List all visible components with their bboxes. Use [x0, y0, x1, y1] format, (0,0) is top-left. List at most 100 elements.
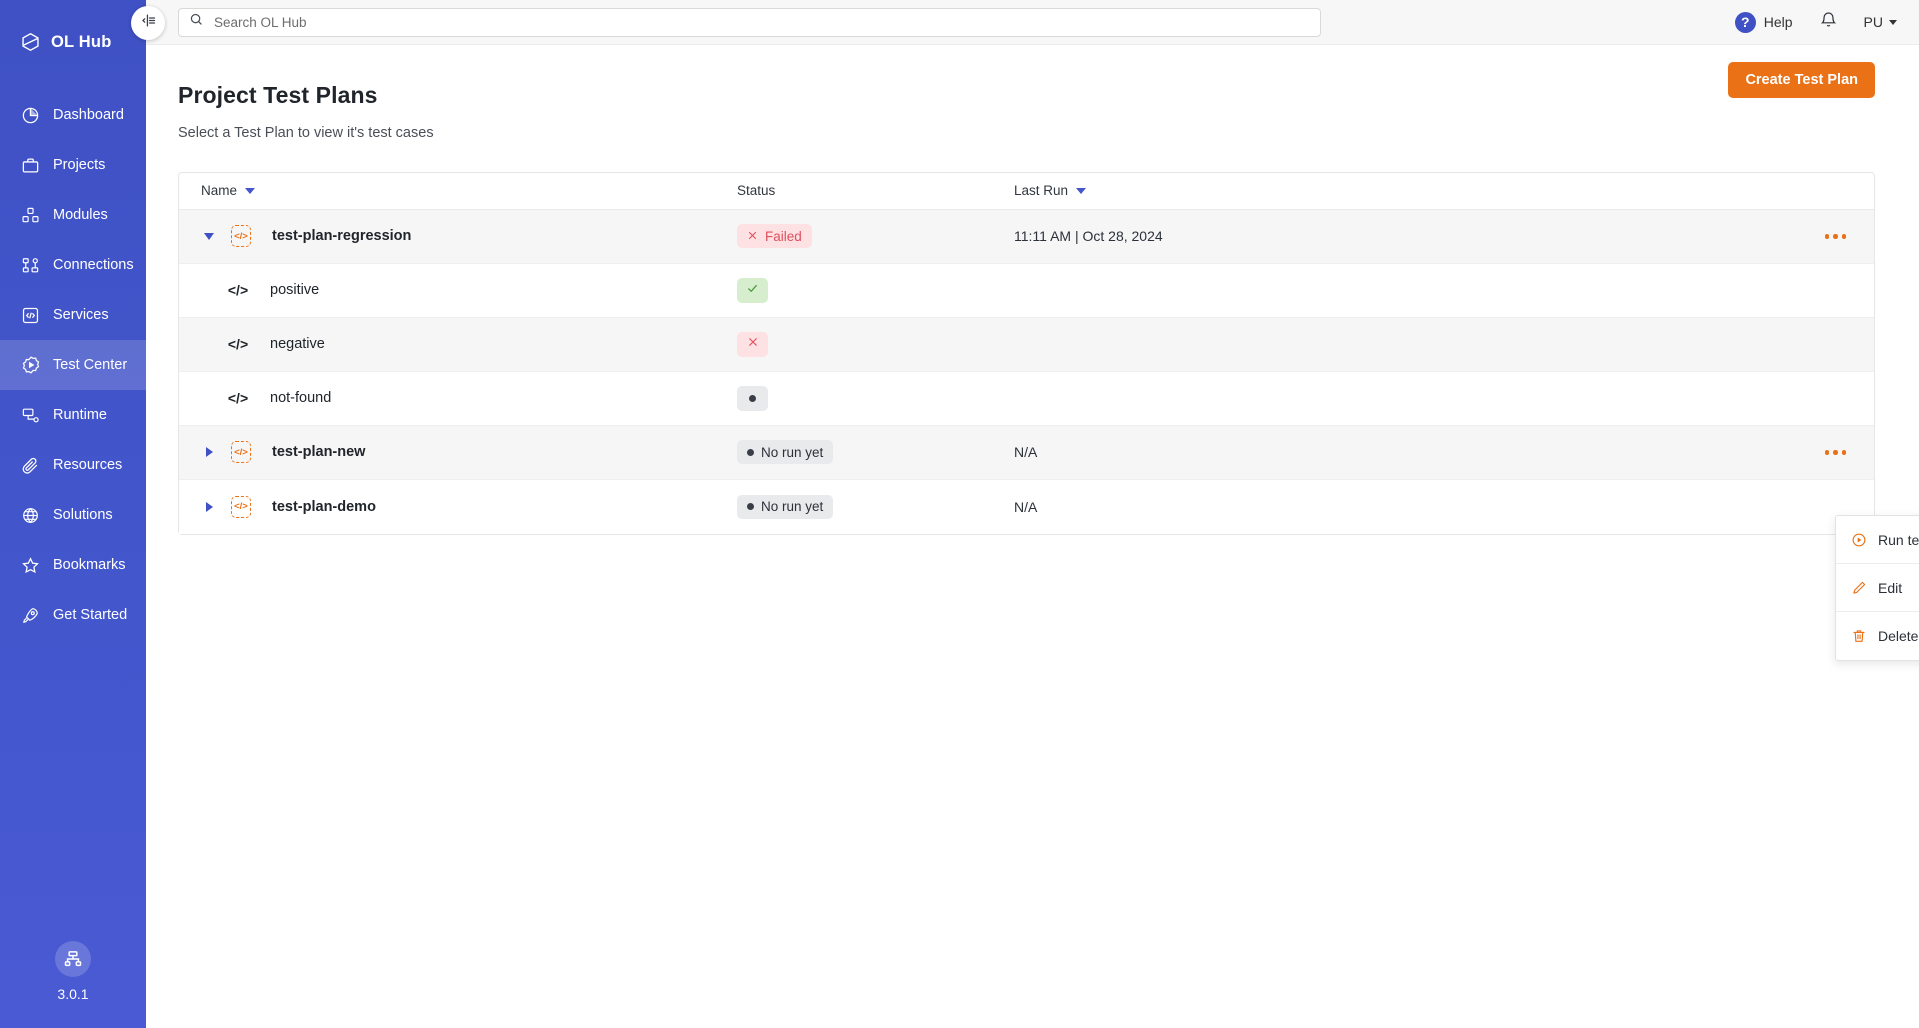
- sidebar-item-label: Dashboard: [53, 107, 124, 123]
- test-plan-icon: </>: [231, 441, 251, 464]
- column-header-name[interactable]: Name: [201, 183, 737, 198]
- table-row[interactable]: </> negative: [179, 317, 1874, 372]
- page-header: Project Test Plans Select a Test Plan to…: [146, 45, 1919, 141]
- row-status-cell: [737, 331, 1014, 357]
- sidebar-item-bookmarks[interactable]: Bookmarks: [0, 540, 146, 590]
- dot-icon: [749, 394, 756, 402]
- sidebar-item-dashboard[interactable]: Dashboard: [0, 90, 146, 140]
- pencil-icon: [1850, 579, 1867, 596]
- sidebar-item-get-started[interactable]: Get Started: [0, 590, 146, 640]
- gear-play-icon: [20, 355, 41, 376]
- sidebar-item-label: Bookmarks: [53, 557, 126, 573]
- context-menu-item-delete[interactable]: Delete: [1836, 612, 1919, 660]
- play-circle-icon: [1850, 531, 1867, 548]
- column-header-label: Status: [737, 183, 776, 199]
- server-node-icon: [20, 405, 41, 426]
- row-actions-button[interactable]: [1819, 446, 1853, 459]
- dot-icon: [747, 503, 754, 511]
- status-badge: Failed: [737, 224, 812, 249]
- sidebar-item-label: Resources: [53, 457, 123, 473]
- chevron-right-icon: [205, 447, 213, 458]
- sidebar-item-solutions[interactable]: Solutions: [0, 490, 146, 540]
- row-name-cell: </> test-plan-new: [201, 441, 737, 464]
- app-version: 3.0.1: [57, 986, 89, 1002]
- sidebar-item-label: Connections: [53, 257, 134, 273]
- check-icon: [746, 282, 759, 299]
- status-badge: [737, 331, 768, 357]
- main-content: ? Help PU Project: [146, 0, 1919, 1028]
- test-plan-icon: </>: [231, 495, 251, 518]
- help-button[interactable]: ? Help: [1734, 11, 1793, 33]
- context-menu-item-edit[interactable]: Edit: [1836, 564, 1919, 612]
- brand[interactable]: OL Hub: [0, 0, 146, 62]
- sidebar-item-label: Projects: [53, 157, 106, 173]
- table-row[interactable]: </> test-plan-new No run yet N/A: [179, 425, 1874, 480]
- sidebar-item-modules[interactable]: Modules: [0, 190, 146, 240]
- status-badge: [737, 277, 768, 303]
- sidebar-item-label: Solutions: [53, 507, 113, 523]
- sort-last-run-icon[interactable]: [1076, 187, 1087, 194]
- sidebar-item-label: Get Started: [53, 607, 128, 623]
- row-actions-button[interactable]: [1819, 230, 1853, 243]
- column-header-status: Status: [737, 183, 1014, 198]
- code-box-icon: [20, 305, 41, 326]
- user-menu[interactable]: PU: [1864, 14, 1897, 30]
- bell-icon: [1819, 12, 1838, 33]
- row-actions-cell: [1434, 446, 1852, 459]
- sitemap-icon[interactable]: [55, 941, 91, 977]
- expand-toggle[interactable]: [201, 232, 217, 240]
- row-name-label: negative: [270, 336, 325, 353]
- briefcase-icon: [20, 155, 41, 176]
- test-case-icon: </>: [227, 390, 249, 407]
- expand-toggle[interactable]: [201, 501, 217, 512]
- collapse-sidebar-button[interactable]: [131, 6, 165, 40]
- column-header-label: Last Run: [1014, 183, 1069, 199]
- notifications-button[interactable]: [1819, 10, 1838, 34]
- row-actions-cell: [1434, 230, 1852, 243]
- search-box[interactable]: [178, 7, 1321, 37]
- row-status-cell: No run yet: [737, 440, 1014, 465]
- status-label: No run yet: [761, 499, 824, 515]
- sidebar-item-test-center[interactable]: Test Center: [0, 340, 146, 390]
- sidebar-nav: Dashboard Projects Modules Connections S…: [0, 90, 146, 640]
- search-input[interactable]: [212, 13, 1310, 31]
- table-row[interactable]: </> not-found: [179, 371, 1874, 426]
- test-case-icon: </>: [227, 336, 249, 353]
- row-status-cell: [737, 385, 1014, 411]
- row-status-cell: No run yet: [737, 494, 1014, 519]
- column-header-label: Name: [201, 183, 238, 199]
- expand-toggle[interactable]: [201, 447, 217, 458]
- chevron-right-icon: [205, 501, 213, 512]
- status-badge: No run yet: [737, 440, 834, 465]
- app-root: OL Hub Dashboard Projects Modules Connec…: [0, 0, 1919, 1028]
- table-row[interactable]: </> test-plan-demo No run yet N/A: [179, 479, 1874, 534]
- column-header-last-run[interactable]: Last Run: [1014, 183, 1434, 198]
- create-test-plan-button[interactable]: Create Test Plan: [1728, 62, 1875, 98]
- brand-label: OL Hub: [51, 32, 112, 51]
- row-last-run-cell: N/A: [1014, 498, 1038, 515]
- sort-name-icon[interactable]: [245, 187, 256, 194]
- context-menu-item-label: Edit: [1878, 579, 1903, 596]
- row-name-cell: </> test-plan-regression: [201, 225, 737, 248]
- rocket-icon: [20, 605, 41, 626]
- chevron-down-icon: [204, 232, 214, 240]
- cubes-icon: [20, 205, 41, 226]
- close-icon: [747, 229, 758, 244]
- row-last-run-cell: 11:11 AM | Oct 28, 2024: [1014, 228, 1163, 245]
- table-header-row: Name Status Last Run: [179, 173, 1874, 210]
- status-badge: [737, 385, 768, 411]
- hexagon-logo-icon: [20, 32, 41, 53]
- context-menu-item-run-test[interactable]: Run test: [1836, 516, 1919, 564]
- sidebar-item-label: Modules: [53, 207, 108, 223]
- table-row[interactable]: </> positive: [179, 263, 1874, 318]
- sidebar-item-projects[interactable]: Projects: [0, 140, 146, 190]
- sidebar-item-resources[interactable]: Resources: [0, 440, 146, 490]
- row-name-label: positive: [270, 282, 320, 299]
- sidebar-item-connections[interactable]: Connections: [0, 240, 146, 290]
- table-row[interactable]: </> test-plan-regression Failed 11:11 AM…: [179, 209, 1874, 264]
- sidebar-footer: 3.0.1: [0, 941, 146, 1002]
- sidebar-item-services[interactable]: Services: [0, 290, 146, 340]
- row-context-menu: Run test Edit Delete: [1835, 515, 1919, 661]
- sidebar-item-runtime[interactable]: Runtime: [0, 390, 146, 440]
- user-initials: PU: [1863, 14, 1883, 30]
